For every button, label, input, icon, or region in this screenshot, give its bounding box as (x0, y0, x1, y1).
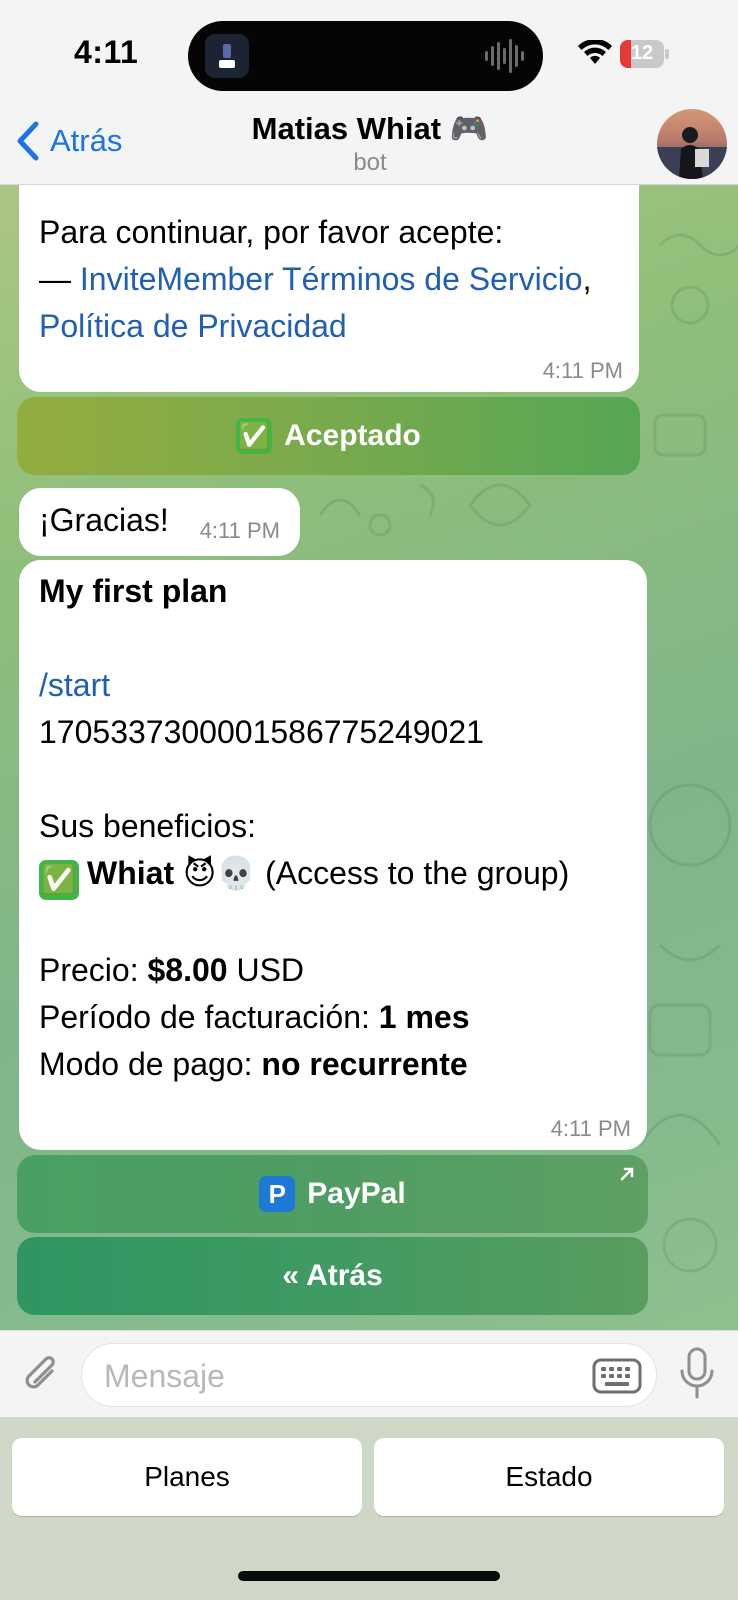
avatar[interactable] (657, 109, 727, 179)
price-currency: USD (227, 952, 305, 988)
dynamic-island (188, 21, 543, 91)
message-terms: Para continuar, por favor acepte: — Invi… (19, 185, 639, 392)
sound-wave-icon (485, 39, 525, 73)
status-button[interactable]: Estado (374, 1438, 724, 1516)
island-app-icon (205, 34, 249, 78)
privacy-policy-link[interactable]: Política de Privacidad (39, 308, 347, 344)
benefit-item: ✅ Whiat 😈💀 (Access to the group) (39, 850, 627, 900)
status-bar: 4:11 12 (0, 0, 738, 100)
plan-code: 17053373000015867752490​21 (39, 714, 484, 750)
message-time: 4:11 PM (550, 1116, 631, 1141)
accepted-label: Aceptado (284, 419, 421, 452)
period-line: Período de facturación: 1 mes (39, 994, 627, 1041)
home-indicator (238, 1571, 500, 1581)
mode-value: no recurrente (261, 1046, 468, 1082)
terms-of-service-link[interactable]: InviteMember Términos de Servicio (80, 261, 583, 297)
price-line: Precio: $8.00 USD (39, 947, 627, 994)
mode-line: Modo de pago: no recurrente (39, 1041, 627, 1088)
back-label: Atrás (50, 123, 123, 158)
chevron-left-icon (17, 121, 39, 161)
accepted-button[interactable]: ✅ Aceptado (17, 397, 640, 475)
chat-title-area[interactable]: Matias Whiat 🎮 bot (180, 110, 560, 177)
period-value: 1 mes (378, 999, 470, 1035)
terms-text: Para continuar, por favor acepte: — Invi… (39, 209, 619, 350)
plans-button[interactable]: Planes (12, 1438, 362, 1516)
terms-dash: — (39, 261, 80, 297)
message-input[interactable] (104, 1354, 564, 1398)
terms-separator: , (582, 261, 592, 297)
message-time: 4:11 PM (542, 358, 623, 383)
paypal-button[interactable]: P PayPal (17, 1155, 648, 1233)
paypal-label: PayPal (307, 1177, 406, 1210)
period-label: Período de facturación: (39, 999, 379, 1035)
message-time: 4:11 PM (199, 518, 280, 543)
message-composer (0, 1330, 738, 1417)
thanks-text: ¡Gracias! (39, 502, 169, 538)
chat-subtitle: bot (353, 149, 387, 176)
start-command-link[interactable]: /start (39, 662, 627, 709)
back-button[interactable]: Atrás (14, 120, 122, 162)
check-icon: ✅ (39, 860, 79, 900)
chat-header: Atrás Matias Whiat 🎮 bot (0, 100, 738, 185)
battery-icon: 12 (620, 40, 669, 68)
message-field[interactable] (81, 1343, 657, 1407)
chat-title-text: Matias Whiat (251, 111, 442, 146)
price-label: Precio: (39, 952, 148, 988)
benefit-emojis: 😈💀 (182, 855, 257, 891)
keyboard-icon[interactable] (592, 1358, 642, 1394)
attach-icon[interactable] (20, 1351, 64, 1399)
chat-title: Matias Whiat 🎮 (180, 110, 560, 147)
external-link-icon (620, 1167, 634, 1181)
microphone-icon[interactable] (677, 1345, 717, 1403)
message-plan: My first plan /start 1705337300001586775… (19, 560, 647, 1150)
price-value: $8.00 (147, 952, 228, 988)
battery-level: 12 (630, 42, 654, 64)
wifi-icon (578, 38, 612, 66)
benefits-label: Sus beneficios: (39, 808, 257, 844)
paypal-icon: P (259, 1176, 296, 1212)
benefit-desc: (Access to the group) (265, 855, 570, 891)
back-inline-button[interactable]: « Atrás (17, 1237, 648, 1315)
message-thanks: ¡Gracias! 4:11 PM (19, 488, 300, 556)
terms-line: Para continuar, por favor acepte: (39, 214, 504, 250)
back-inline-label: « Atrás (282, 1259, 383, 1292)
check-icon: ✅ (236, 418, 273, 454)
gamepad-icon: 🎮 (449, 111, 489, 146)
status-time: 4:11 (74, 34, 139, 70)
plan-title: My first plan (39, 573, 228, 609)
mode-label: Modo de pago: (39, 1046, 262, 1082)
benefit-name: Whiat (87, 855, 175, 891)
